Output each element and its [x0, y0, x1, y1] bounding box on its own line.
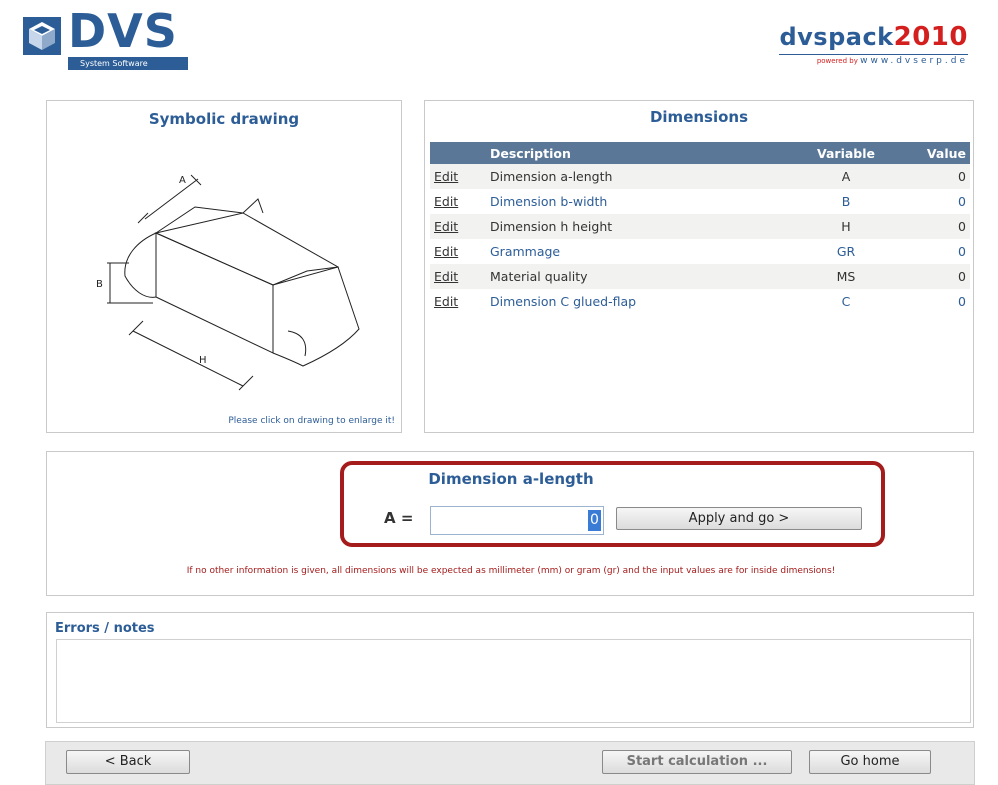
footer-bar: < Back Start calculation ... Go home — [45, 741, 975, 785]
dimensions-panel: Dimensions Description Variable Value Ed… — [424, 100, 974, 433]
edit-link[interactable]: Edit — [434, 244, 458, 259]
cell-value: 0 — [958, 294, 966, 309]
label-a: A — [179, 175, 186, 186]
start-calculation-button[interactable]: Start calculation ... — [602, 750, 792, 774]
dvs-logo-subtitle: System Software — [68, 57, 188, 70]
cell-value: 0 — [958, 244, 966, 259]
table-row: Edit Dimension b-width B 0 — [430, 189, 970, 214]
errors-label: Errors / notes — [55, 621, 155, 636]
cell-variable: B — [841, 194, 851, 209]
edit-link[interactable]: Edit — [434, 294, 458, 309]
dvspack-logo: dvspack2010 powered by www.dvserp.de — [779, 22, 968, 66]
cell-variable: GR — [836, 244, 856, 259]
column-header-description: Description — [486, 142, 786, 164]
dimension-value-input[interactable] — [430, 506, 604, 535]
cell-variable: C — [841, 294, 851, 309]
cell-variable: H — [786, 214, 906, 239]
cell-variable: A — [786, 164, 906, 189]
enlarge-hint[interactable]: Please click on drawing to enlarge it! — [228, 416, 395, 426]
cell-description: Dimension a-length — [486, 164, 786, 189]
selected-value-text: 0 — [588, 510, 601, 531]
dimension-input-panel: Dimension a-length A = 0 Apply and go > … — [46, 451, 974, 596]
go-home-button[interactable]: Go home — [809, 750, 931, 774]
table-row: Edit Dimension a-length A 0 — [430, 164, 970, 189]
current-dimension-title: Dimension a-length — [428, 470, 594, 488]
cell-description: Dimension b-width — [490, 194, 608, 209]
dimensions-table: Description Variable Value Edit Dimensio… — [430, 142, 970, 314]
cell-value: 0 — [958, 194, 966, 209]
product-year: 2010 — [893, 22, 968, 52]
table-row: Edit Dimension C glued-flap C 0 — [430, 289, 970, 314]
label-h: H — [199, 355, 207, 366]
symbolic-drawing-title: Symbolic drawing — [148, 110, 300, 128]
table-row: Edit Material quality MS 0 — [430, 264, 970, 289]
cell-description: Dimension C glued-flap — [490, 294, 637, 309]
cell-value: 0 — [906, 264, 970, 289]
dvs-cube-icon — [23, 17, 61, 55]
product-name: dvspack — [779, 23, 894, 51]
edit-link[interactable]: Edit — [434, 194, 458, 209]
cell-description: Material quality — [486, 264, 786, 289]
table-row: Edit Grammage GR 0 — [430, 239, 970, 264]
dvs-logo: DVS System Software — [22, 4, 188, 74]
table-header: Description Variable Value — [430, 142, 970, 164]
variable-label: A = — [384, 509, 414, 527]
apply-and-go-button[interactable]: Apply and go > — [616, 507, 862, 530]
cell-description: Grammage — [490, 244, 561, 259]
cell-description: Dimension h height — [486, 214, 786, 239]
back-button[interactable]: < Back — [66, 750, 190, 774]
edit-link[interactable]: Edit — [434, 169, 458, 184]
edit-link[interactable]: Edit — [434, 219, 458, 234]
table-row: Edit Dimension h height H 0 — [430, 214, 970, 239]
cell-value: 0 — [906, 164, 970, 189]
powered-by-text: powered by — [816, 57, 858, 65]
errors-panel: Errors / notes — [46, 612, 974, 728]
box-drawing[interactable]: A B H — [83, 161, 363, 401]
column-header-edit — [430, 142, 486, 164]
website-text: www.dvserp.de — [860, 56, 968, 66]
errors-textarea[interactable] — [56, 639, 971, 723]
units-note: If no other information is given, all di… — [186, 566, 836, 576]
column-header-value: Value — [906, 142, 970, 164]
symbolic-drawing-panel: Symbolic drawing A B H Please click on d… — [46, 100, 402, 433]
dvs-logo-text: DVS — [68, 4, 178, 58]
cell-value: 0 — [906, 214, 970, 239]
dimensions-title: Dimensions — [649, 108, 749, 126]
edit-link[interactable]: Edit — [434, 269, 458, 284]
column-header-variable: Variable — [786, 142, 906, 164]
label-b: B — [96, 279, 103, 290]
cell-variable: MS — [786, 264, 906, 289]
